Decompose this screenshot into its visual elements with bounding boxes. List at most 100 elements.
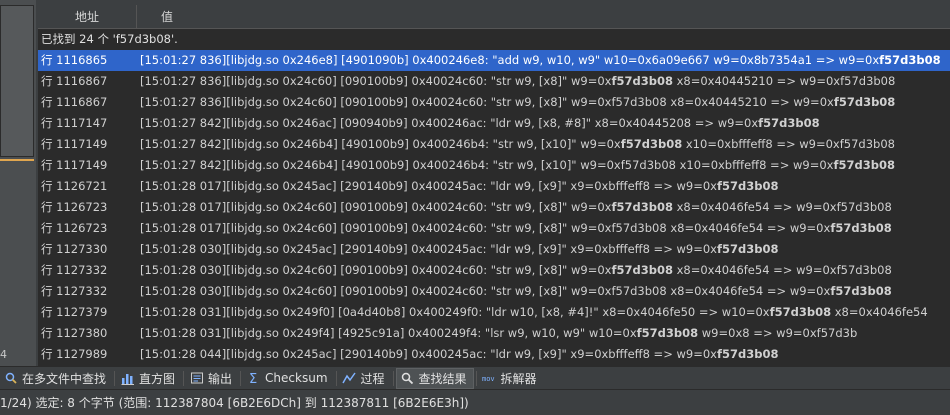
tab-separator [114,370,116,386]
search-results-icon [400,371,415,386]
result-row[interactable]: 行 1127330 [15:01:28 030][libjdg.so 0x245a… [38,239,950,260]
result-row[interactable]: 行 1117149 [15:01:27 842][libjdg.so 0x246b… [38,134,950,155]
left-panel-accent-bar [0,159,34,161]
row-line-number: 行 1126723 [41,221,108,235]
row-match-highlight: f57d3b08 [611,263,673,277]
row-text-suffix: x8=0x4046fe54 => w9=0xf57d3b08 [672,200,892,214]
row-trace-text: [15:01:28 044][libjdg.so 0x245ac] [29014… [139,344,778,365]
tab-separator [335,370,337,386]
result-row[interactable]: 行 1127379 [15:01:28 031][libjdg.so 0x249f… [38,302,950,323]
tab-separator [240,370,242,386]
results-table-header: 地址 值 [38,5,950,29]
row-trace-text: [15:01:27 836][libjdg.so 0x24c60] [09010… [139,71,895,92]
result-row[interactable]: 行 1126721 [15:01:28 017][libjdg.so 0x245a… [38,176,950,197]
row-match-highlight: f57d3b08 [830,284,892,298]
row-trace-text: [15:01:27 842][libjdg.so 0x246ac] [09094… [139,113,820,134]
left-side-panel: 4 [0,0,36,366]
tab-label: 过程 [360,371,385,386]
tab-search-results[interactable]: 查找结果 [395,367,474,389]
tab-label: 拆解器 [500,371,537,386]
row-match-highlight: f57d3b08 [620,137,683,151]
result-row[interactable]: 行 1127989 [15:01:28 044][libjdg.so 0x245a… [38,344,950,365]
tab-label: 输出 [208,371,233,386]
row-text-prefix: [15:01:27 836][libjdg.so 0x24c60] [09010… [140,95,834,109]
bottom-tab-bar: 在多文件中查找 直方图 输出 Σ Checksum 过程 查找结果 mov 拆解器 [0,366,950,389]
result-row[interactable]: 行 1126723 [15:01:28 017][libjdg.so 0x24c6… [38,218,950,239]
row-text-prefix: [15:01:27 836][libjdg.so 0x246e8] [49010… [140,53,880,67]
row-line-number: 行 1127332 [41,284,108,298]
result-row[interactable]: 行 1127332 [15:01:28 030][libjdg.so 0x24c6… [38,281,950,302]
tab-label: Checksum [265,371,328,385]
svg-text:mov: mov [482,375,495,383]
row-text-suffix: w9=0x8 => w9=0xf57d3b [698,326,858,340]
row-text-prefix: [15:01:28 017][libjdg.so 0x24c60] [09010… [140,200,612,214]
tab-label: 直方图 [139,371,176,386]
left-panel-digit: 4 [0,348,7,361]
row-text-prefix: [15:01:27 842][libjdg.so 0x246b4] [49010… [140,137,621,151]
row-line-number: 行 1117147 [41,116,108,130]
row-trace-text: [15:01:27 836][libjdg.so 0x24c60] [09010… [139,92,895,113]
row-text-prefix: [15:01:28 030][libjdg.so 0x24c60] [09010… [140,284,831,298]
result-row[interactable]: 行 1127380 [15:01:28 031][libjdg.so 0x249f… [38,323,950,344]
result-row[interactable]: 行 1116865 [15:01:27 836][libjdg.so 0x246e… [38,50,950,71]
row-line-number: 行 1127332 [41,263,108,277]
row-line-number: 行 1126721 [41,179,108,193]
row-trace-text: [15:01:28 030][libjdg.so 0x245ac] [29014… [139,239,778,260]
tab-disassembler[interactable]: mov 拆解器 [479,368,543,389]
row-line-number: 行 1117149 [41,137,108,151]
row-text-prefix: [15:01:28 017][libjdg.so 0x245ac] [29014… [140,179,717,193]
row-trace-text: [15:01:28 031][libjdg.so 0x249f4] [4925c… [139,323,857,344]
row-trace-text: [15:01:27 842][libjdg.so 0x246b4] [49010… [139,134,895,155]
row-line-number: 行 1127379 [41,305,108,319]
result-row[interactable]: 行 1126723 [15:01:28 017][libjdg.so 0x24c6… [38,197,950,218]
row-trace-text: [15:01:27 836][libjdg.so 0x246e8] [49010… [139,50,941,71]
row-match-highlight: f57d3b08 [830,221,892,235]
result-row[interactable]: 行 1127332 [15:01:28 030][libjdg.so 0x24c6… [38,260,950,281]
row-match-highlight: f57d3b08 [611,200,673,214]
tab-separator [392,370,394,386]
row-text-prefix: [15:01:28 031][libjdg.so 0x249f0] [0a4d4… [140,305,770,319]
column-header-address[interactable]: 地址 [38,5,137,28]
row-text-prefix: [15:01:28 044][libjdg.so 0x245ac] [29014… [140,347,717,361]
tab-separator [183,370,185,386]
row-text-suffix: x10=0xbfffeff8 => w9=0xf57d3b08 [682,137,895,151]
tab-checksum[interactable]: Σ Checksum [243,368,333,389]
row-match-highlight: f57d3b08 [758,116,820,130]
row-text-prefix: [15:01:27 836][libjdg.so 0x24c60] [09010… [140,74,612,88]
tab-find-in-files[interactable]: 在多文件中查找 [0,368,112,389]
row-line-number: 行 1116867 [41,74,108,88]
result-row[interactable]: 行 1116867 [15:01:27 836][libjdg.so 0x24c6… [38,92,950,113]
result-row[interactable]: 行 1117147 [15:01:27 842][libjdg.so 0x246a… [38,113,950,134]
row-match-highlight: f57d3b08 [636,326,699,340]
row-trace-text: [15:01:28 031][libjdg.so 0x249f0] [0a4d4… [139,302,928,323]
row-trace-text: [15:01:28 030][libjdg.so 0x24c60] [09010… [139,281,892,302]
row-line-number: 行 1127989 [41,347,108,361]
row-text-prefix: [15:01:28 030][libjdg.so 0x24c60] [09010… [140,263,612,277]
tab-label: 查找结果 [418,371,467,386]
output-icon [189,371,204,386]
row-trace-text: [15:01:28 017][libjdg.so 0x24c60] [09010… [139,218,892,239]
find-results-panel: 地址 值 已找到 24 个 'f57d3b08'. 行 1116865 [15:0… [38,5,950,366]
status-bar: 1/24) 选定: 8 个字节 (范围: 112387804 [6B2E6DCh… [0,389,950,415]
result-row[interactable]: 行 1117149 [15:01:27 842][libjdg.so 0x246b… [38,155,950,176]
tab-separator [475,370,477,386]
column-header-value[interactable]: 值 [137,5,173,28]
tab-histogram[interactable]: 直方图 [117,368,181,389]
row-line-number: 行 1117149 [41,158,108,172]
checksum-icon: Σ [246,371,261,386]
row-match-highlight: f57d3b08 [716,347,779,361]
disassembler-icon: mov [482,371,497,386]
row-text-prefix: [15:01:28 030][libjdg.so 0x245ac] [29014… [140,242,717,256]
process-icon [342,371,357,386]
svg-text:Σ: Σ [249,372,257,385]
row-text-suffix: x8=0x4046fe54 [831,305,928,319]
row-match-highlight: f57d3b08 [833,158,895,172]
row-trace-text: [15:01:27 842][libjdg.so 0x246b4] [49010… [139,155,895,176]
row-line-number: 行 1116865 [41,53,108,67]
tab-output[interactable]: 输出 [186,368,238,389]
tab-process[interactable]: 过程 [339,368,391,389]
result-row[interactable]: 行 1116867 [15:01:27 836][libjdg.so 0x24c6… [38,71,950,92]
histogram-icon [120,371,135,386]
row-match-highlight: f57d3b08 [716,179,779,193]
left-panel-view[interactable] [0,5,34,157]
